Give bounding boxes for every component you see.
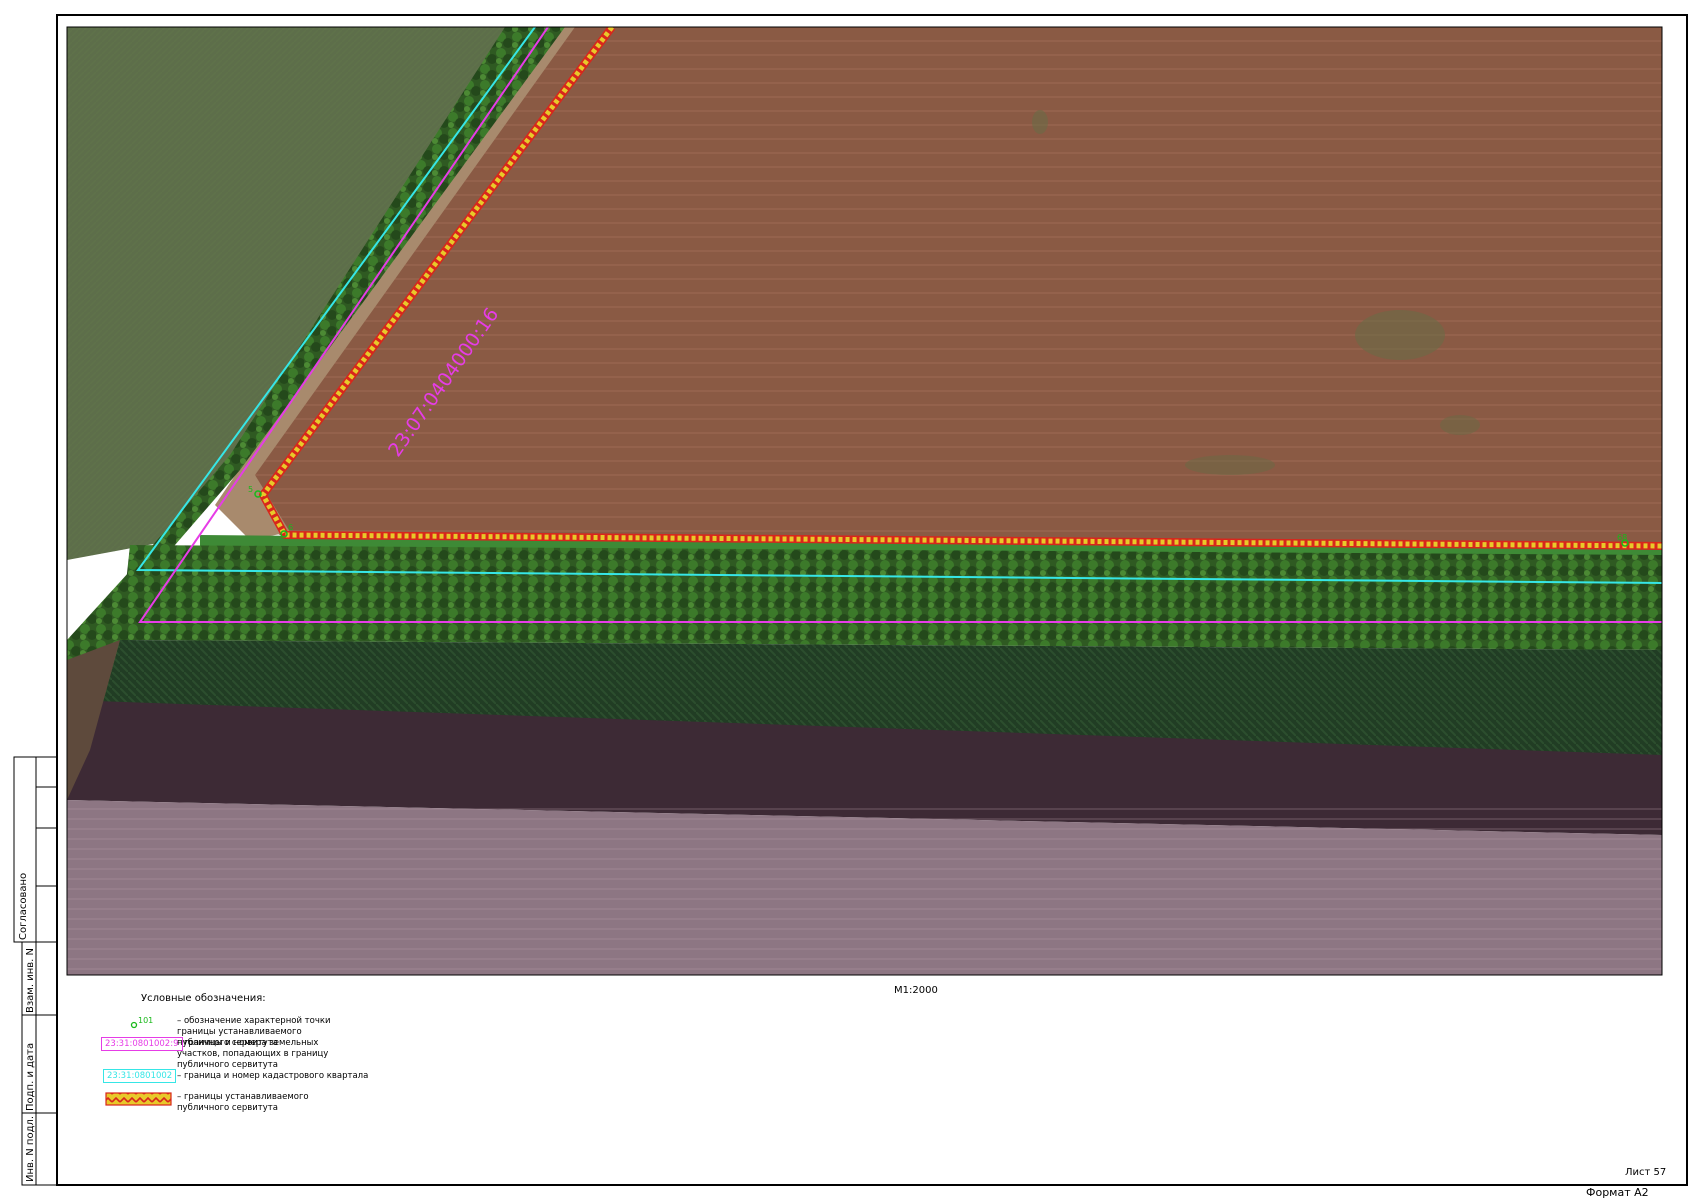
point-label: 6 [288,523,293,532]
field-spot [1355,310,1445,360]
legend-point-icon [130,1021,138,1029]
legend-point-sample-label: 101 [138,1016,154,1025]
legend-hatched-icon [105,1092,172,1106]
point-label: 68 [1617,533,1627,542]
field-spot [1185,455,1275,475]
satellite-image: 5 6 68 23:07:0404000:16 [67,27,1662,975]
stamp-inv-replace: Взам. инв. N [25,948,36,1013]
stamp-inv-original: Инв. N подл. [25,1115,36,1182]
sheet-number: Лист 57 [1625,1167,1667,1178]
lilac-field-furrows [67,800,1662,975]
point-label: 5 [248,485,253,494]
field-spot [1032,110,1048,134]
stamp-agreed: Согласовано [18,872,29,940]
field-spot [1440,415,1480,435]
legend-parcel-box: 23:31:0801002:9 [101,1037,183,1051]
legend-item-text: – границы устанавливаемого публичного се… [177,1092,309,1113]
legend-item-text: – границы и номера земельных участков, п… [177,1038,329,1070]
legend-quarter-box: 23:31:0801002 [103,1069,177,1083]
tree-belt-horizontal [120,545,1662,650]
paper-format: Формат А2 [1586,1186,1649,1199]
legend-item-text: – граница и номер кадастрового квартала [177,1071,369,1081]
stamp-signature-date: Подп. и дата [25,1042,36,1111]
legend-title: Условные обозначения: [141,993,266,1004]
scale-label: М1:2000 [894,985,938,996]
